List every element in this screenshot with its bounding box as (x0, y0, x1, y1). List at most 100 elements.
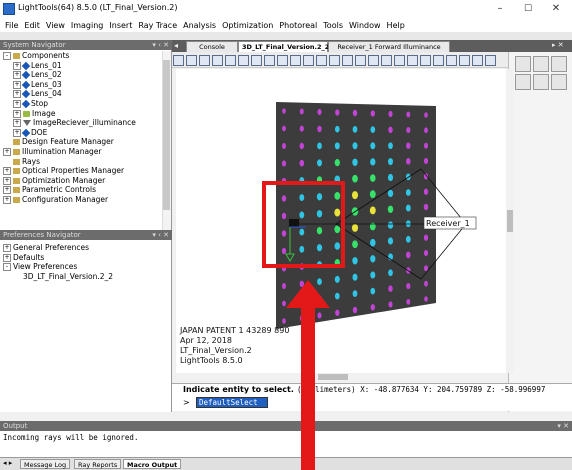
expand-icon[interactable]: + (13, 128, 21, 137)
tree-item[interactable]: + Optical Properties Manager (0, 166, 162, 176)
mirror-tool-icon[interactable] (533, 56, 549, 72)
menu-edit[interactable]: Edit (21, 21, 43, 30)
tool-icon[interactable] (225, 55, 236, 66)
menu-file[interactable]: File (2, 21, 21, 30)
menu-photoreal[interactable]: Photoreal (276, 21, 320, 30)
minimize-button[interactable]: – (486, 0, 514, 18)
menu-imaging[interactable]: Imaging (68, 21, 107, 30)
collapse-icon[interactable]: - (3, 263, 11, 272)
tree-item[interactable]: + Stop (0, 99, 162, 109)
tool-icon[interactable] (420, 55, 431, 66)
collapse-icon[interactable]: - (3, 52, 11, 60)
tab-console[interactable]: Console (186, 41, 238, 52)
scrollbar-thumb[interactable] (507, 210, 513, 232)
tab-macro-output[interactable]: Macro Output (123, 459, 182, 469)
tool-icon[interactable] (238, 55, 249, 66)
tool-icon[interactable] (446, 55, 457, 66)
tool-icon[interactable] (342, 55, 353, 66)
tree-item[interactable]: + Lens_03 (0, 80, 162, 90)
expand-icon[interactable]: + (13, 61, 21, 70)
menu-view[interactable]: View (43, 21, 68, 30)
tree-item[interactable]: + General Preferences (0, 243, 162, 253)
menu-ray-trace[interactable]: Ray Trace (135, 21, 180, 30)
menu-analysis[interactable]: Analysis (180, 21, 219, 30)
tab-receiver-illuminance[interactable]: Receiver_1 Forward Illuminance (328, 41, 450, 52)
tree-item[interactable]: + DOE (0, 128, 162, 138)
tree-item[interactable]: 3D_LT_Final_Version.2_2 (0, 272, 162, 282)
expand-icon[interactable]: + (3, 195, 11, 204)
tool-icon[interactable] (368, 55, 379, 66)
panel-controls[interactable]: ▾ ‹ ✕ (152, 230, 169, 240)
tool-icon[interactable] (303, 55, 314, 66)
menu-insert[interactable]: Insert (106, 21, 135, 30)
menu-window[interactable]: Window (346, 21, 384, 30)
tool-icon[interactable] (173, 55, 184, 66)
expand-icon[interactable]: + (13, 90, 21, 99)
tool-icon[interactable] (264, 55, 275, 66)
menu-help[interactable]: Help (384, 21, 408, 30)
tool-icon[interactable] (355, 55, 366, 66)
tool-icon[interactable] (381, 55, 392, 66)
tab-menu-icon[interactable]: ▸ ✕ (552, 41, 564, 49)
tab-ray-reports[interactable]: Ray Reports (74, 459, 122, 469)
illuminance-spot (387, 237, 394, 245)
tree-item[interactable]: Design Feature Manager (0, 137, 162, 147)
tree-item[interactable]: + Lens_04 (0, 89, 162, 99)
tool-icon[interactable] (329, 55, 340, 66)
expand-icon[interactable]: + (3, 176, 11, 185)
folder-icon (13, 187, 20, 194)
receiver-tool-icon[interactable] (515, 74, 531, 90)
expand-icon[interactable]: + (13, 99, 21, 108)
expand-icon[interactable]: + (13, 80, 21, 89)
tree-item[interactable]: - View Preferences (0, 262, 162, 272)
tool-icon[interactable] (433, 55, 444, 66)
expand-icon[interactable]: + (13, 119, 21, 128)
tree-item[interactable]: + Illumination Manager (0, 147, 162, 157)
expand-icon[interactable]: + (13, 71, 21, 80)
menu-optimization[interactable]: Optimization (219, 21, 276, 30)
tool-icon[interactable] (485, 55, 496, 66)
tree-item[interactable]: + Defaults (0, 253, 162, 263)
tool-icon[interactable] (472, 55, 483, 66)
prism-tool-icon[interactable] (533, 74, 549, 90)
tree-item[interactable]: Rays (0, 157, 162, 167)
expand-icon[interactable]: + (3, 253, 11, 262)
tree-item[interactable]: + Configuration Manager (0, 195, 162, 205)
tool-icon[interactable] (316, 55, 327, 66)
close-button[interactable]: ✕ (542, 0, 570, 18)
tool-icon[interactable] (199, 55, 210, 66)
tree-item[interactable]: + Parametric Controls (0, 185, 162, 195)
tool-icon[interactable] (394, 55, 405, 66)
expand-icon[interactable]: + (3, 147, 11, 156)
tree-item[interactable]: + Image (0, 109, 162, 119)
menu-tools[interactable]: Tools (320, 21, 346, 30)
command-input[interactable]: DefaultSelect (196, 397, 268, 408)
lens-tool-icon[interactable] (515, 56, 531, 72)
tree-item[interactable]: + Optimization Manager (0, 176, 162, 186)
panel-controls[interactable]: ▾ ✕ (557, 421, 569, 431)
maximize-button[interactable]: ☐ (514, 0, 542, 18)
nav-arrows-icon[interactable]: ◂ ▸ (3, 459, 12, 467)
tool-icon[interactable] (290, 55, 301, 66)
tool-icon[interactable] (459, 55, 470, 66)
panel-controls[interactable]: ▾ ‹ ✕ (152, 40, 169, 50)
tree-item[interactable]: - Components (0, 51, 162, 61)
expand-icon[interactable]: + (13, 109, 21, 118)
tool-icon[interactable] (251, 55, 262, 66)
tab-message-log[interactable]: Message Log (20, 459, 71, 469)
tree-item[interactable]: + ImageReciever_illuminance (0, 118, 162, 128)
expand-icon[interactable]: + (3, 167, 11, 176)
expand-icon[interactable]: + (3, 186, 11, 195)
ray-tool-icon[interactable] (551, 74, 567, 90)
source-tool-icon[interactable] (551, 56, 567, 72)
tool-icon[interactable] (407, 55, 418, 66)
scrollbar-thumb[interactable] (163, 60, 170, 210)
tab-3d-view[interactable]: 3D_LT_Final_Version.2_2 (238, 41, 329, 52)
expand-icon[interactable]: + (3, 244, 11, 252)
tool-icon[interactable] (277, 55, 288, 66)
tree-item[interactable]: + Lens_02 (0, 70, 162, 80)
tab-scroll-left-icon[interactable]: ◂ (174, 41, 178, 50)
tool-icon[interactable] (186, 55, 197, 66)
tool-icon[interactable] (212, 55, 223, 66)
tree-item[interactable]: + Lens_01 (0, 61, 162, 71)
